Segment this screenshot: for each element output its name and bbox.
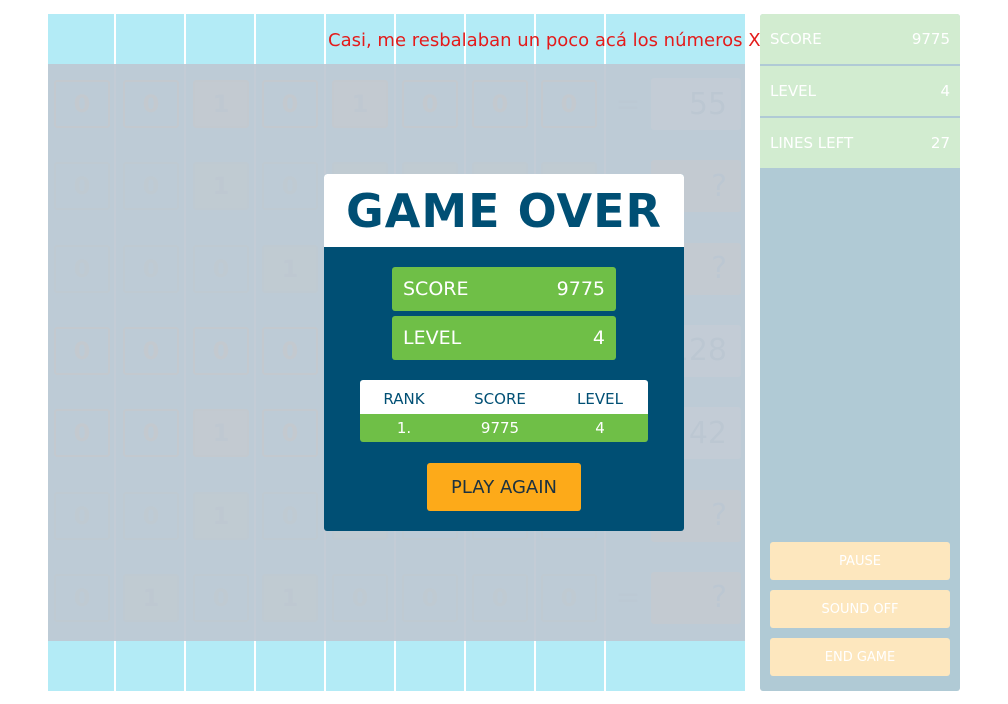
sidebar-lines-left: LINES LEFT 27 (760, 118, 960, 168)
header-rank: RANK (383, 389, 425, 408)
sidebar-level-value: 4 (940, 82, 950, 100)
final-level-label: LEVEL (403, 327, 462, 349)
final-score-label: SCORE (403, 278, 469, 300)
end-game-button[interactable]: END GAME (770, 638, 950, 676)
sidebar-score: SCORE 9775 (760, 14, 960, 64)
final-score-value: 9775 (556, 278, 605, 300)
play-again-button[interactable]: PLAY AGAIN (427, 463, 581, 511)
pause-button[interactable]: PAUSE (770, 542, 950, 580)
sidebar-level: LEVEL 4 (760, 66, 960, 116)
game-over-title: GAME OVER (324, 174, 684, 247)
high-score-table: RANK SCORE LEVEL 1. 9775 4 (360, 380, 648, 442)
final-level-value: 4 (592, 327, 605, 349)
sidebar-lines-left-label: LINES LEFT (770, 134, 854, 152)
header-level: LEVEL (577, 389, 623, 408)
row-level: 4 (595, 419, 605, 437)
row-score: 9775 (480, 419, 520, 437)
high-score-header: RANK SCORE LEVEL (360, 380, 648, 414)
final-level: LEVEL 4 (392, 316, 616, 360)
sidebar-level-label: LEVEL (770, 82, 816, 100)
sidebar-lines-left-value: 27 (930, 134, 950, 152)
sound-toggle-button[interactable]: SOUND OFF (770, 590, 950, 628)
sidebar-score-value: 9775 (911, 30, 950, 48)
final-score: SCORE 9775 (392, 267, 616, 311)
row-rank: 1. (396, 419, 412, 437)
game-over-dialog: GAME OVER SCORE 9775 LEVEL 4 RANK SCORE … (324, 174, 684, 531)
sidebar: SCORE 9775 LEVEL 4 LINES LEFT 27 PAUSE S… (760, 14, 960, 691)
glitch-message: Casi, me resbalaban un poco acá los núme… (328, 30, 775, 51)
table-row: 1. 9775 4 (360, 414, 648, 442)
header-score: SCORE (474, 389, 526, 408)
sidebar-score-label: SCORE (770, 30, 822, 48)
